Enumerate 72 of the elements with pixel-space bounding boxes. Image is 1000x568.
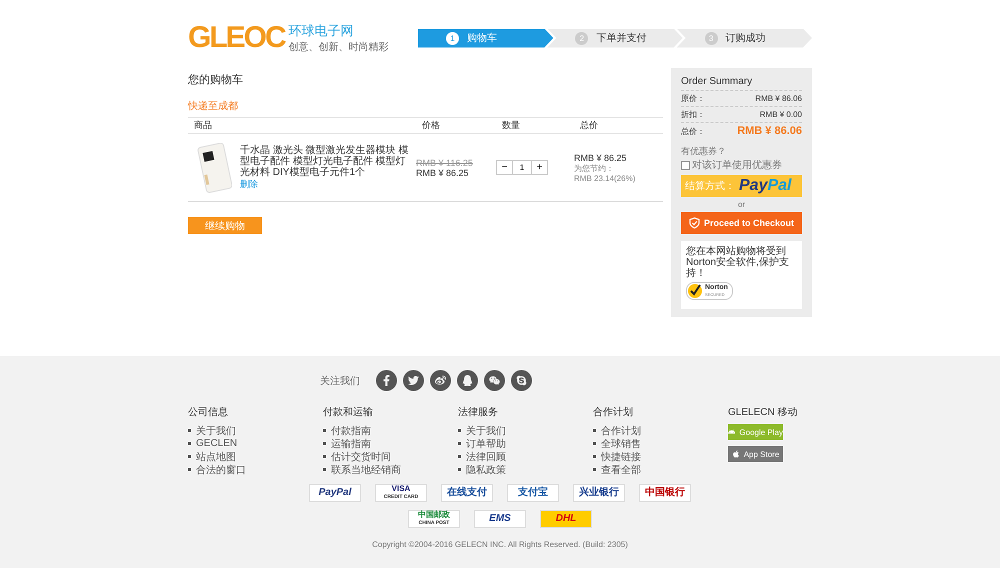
cart-title: 您的购物车 <box>188 73 244 87</box>
summary-label: 总价： <box>681 126 705 136</box>
paypal-button[interactable]: 结算方式： PayPal <box>681 175 802 197</box>
summary-label: 折扣： <box>681 109 705 120</box>
or-divider: or <box>736 200 746 209</box>
footer-link[interactable]: 查看全部 <box>593 463 728 476</box>
footer-link[interactable]: 合法的窗口 <box>188 463 323 476</box>
android-icon <box>728 428 736 436</box>
footer-link[interactable]: GECLEN <box>188 437 323 450</box>
column-header: 数量 <box>501 119 521 132</box>
apple-icon <box>732 450 740 458</box>
product-title[interactable]: 千水晶 激光头 微型激光发生器模块 模型电子配件 模型灯光电子配件 模型灯光材料 DIY模型电子元件1个 <box>240 144 415 178</box>
coupon-question: 有优惠券？ <box>681 145 727 158</box>
footer-link[interactable]: 合作计划 <box>593 424 728 437</box>
footer-link[interactable]: 全球销售 <box>593 437 728 450</box>
savings-label: 为您节约： <box>574 162 615 174</box>
summary-value: RMB ¥ 0.00 <box>760 110 802 119</box>
unit-price: RMB ¥ 86.25 <box>416 168 470 178</box>
column-header: 商品 <box>193 119 213 132</box>
step-label: 购物车 <box>467 32 497 45</box>
footer-link[interactable]: 关于我们 <box>188 424 323 437</box>
footer-link[interactable]: 订单帮助 <box>458 437 593 450</box>
quantity-stepper[interactable]: − 1 + <box>496 160 548 175</box>
footer-link[interactable]: 隐私政策 <box>458 463 593 476</box>
footer-link[interactable]: 估计交货时间 <box>323 450 458 463</box>
skype-icon[interactable] <box>511 370 532 391</box>
footer-link[interactable]: 关于我们 <box>458 424 593 437</box>
footer-heading: 公司信息 <box>188 406 229 419</box>
item-total: RMB ¥ 86.25 <box>574 152 628 162</box>
payment-logo: 中国银行 <box>639 484 691 502</box>
footer-heading: 合作计划 <box>593 406 634 419</box>
footer-heading: GLELECN 移动 <box>728 406 798 419</box>
footer-link[interactable]: 付款指南 <box>323 424 458 437</box>
coupon-checkbox[interactable]: 对该订单使用优惠券 <box>681 158 802 172</box>
payment-logo: DHL <box>540 510 592 528</box>
footer-link[interactable]: 联系当地经销商 <box>323 463 458 476</box>
payment-logo: 支付宝 <box>507 484 559 502</box>
summary-value: RMB ¥ 86.06 <box>737 125 802 137</box>
footer-link[interactable]: 法律回顾 <box>458 450 593 463</box>
norton-message: 您在本网站购物将受到Norton安全软件,保护支持！ <box>686 246 790 279</box>
original-price: RMB ¥ 116.25 <box>416 158 474 168</box>
footer-link[interactable]: 运输指南 <box>323 437 458 450</box>
shipping-destination: 快递至成都 <box>188 100 239 113</box>
app-store-button[interactable]: App Store <box>728 446 783 462</box>
summary-title: Order Summary <box>681 76 754 87</box>
step-label: 订购成功 <box>726 32 766 45</box>
footer-heading: 法律服务 <box>458 406 499 419</box>
facebook-icon[interactable] <box>376 370 397 391</box>
follow-us-label: 关注我们 <box>320 374 360 388</box>
payment-logo: PayPal <box>309 484 361 502</box>
copyright: Copyright ©2004-2016 GELECN INC. All Rights Reserved. (Build: 2305) <box>371 540 629 549</box>
site-name: 环球电子网 <box>288 22 355 40</box>
step-label: 下单并支付 <box>596 32 646 45</box>
shield-check-icon <box>688 217 700 229</box>
column-header: 总价 <box>579 119 599 132</box>
payment-logo: EMS <box>474 510 526 528</box>
footer-link[interactable]: 快捷链接 <box>593 450 728 463</box>
weibo-icon[interactable] <box>430 370 451 391</box>
savings-amount: RMB 23.14(26%) <box>574 174 636 182</box>
quantity-field[interactable]: 1 <box>512 161 532 174</box>
twitter-icon[interactable] <box>403 370 424 391</box>
column-header: 价格 <box>421 119 441 132</box>
step-number: 1 <box>446 32 459 44</box>
footer-heading: 付款和运输 <box>323 406 374 419</box>
summary-value: RMB ¥ 86.06 <box>755 94 802 103</box>
payment-logo: 兴业银行 <box>573 484 625 502</box>
qq-icon[interactable] <box>457 370 478 391</box>
wechat-icon[interactable] <box>484 370 505 391</box>
footer-link[interactable]: 站点地图 <box>188 450 323 463</box>
payment-logo: 在线支付 <box>441 484 493 502</box>
site-slogan: 创意、创新、时尚精彩 <box>288 40 389 54</box>
summary-label: 原价： <box>681 93 705 104</box>
